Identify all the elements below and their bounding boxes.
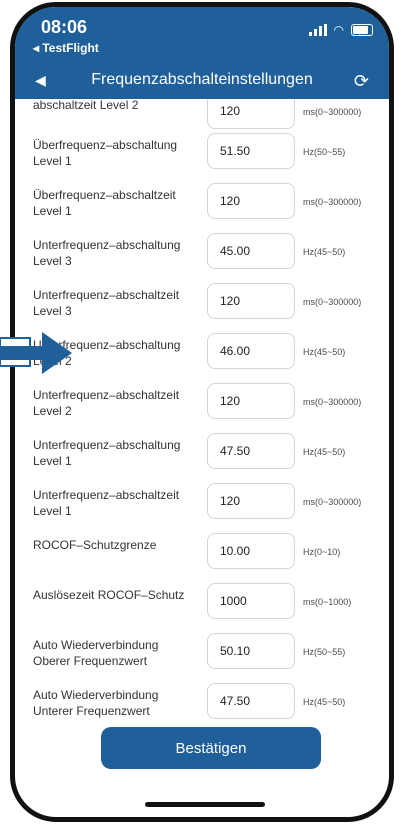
setting-row: Auto Wiederverbindung Oberer Frequenzwer… [15,629,389,679]
pointer-arrow-icon [0,332,72,374]
setting-unit: ms(0~1000) [303,597,352,607]
setting-value-field[interactable]: 50.10 [207,633,295,669]
home-indicator[interactable] [145,802,265,807]
setting-label: Unterfrequenz–abschaltzeit Level 2 [33,388,180,418]
setting-row: Unterfrequenz–abschaltzeit Level 1 120 m… [15,479,389,529]
refresh-icon[interactable]: ⟳ [354,71,369,92]
setting-unit: ms(0~300000) [303,297,362,307]
setting-row: Unterfrequenz–abschaltzeit Level 3 120 m… [15,279,389,329]
setting-row: Überfrequenz–abschaltzeit Level 1 120 ms… [15,179,389,229]
setting-value-field[interactable]: 47.50 [207,683,295,719]
setting-value-field[interactable]: 45.00 [207,233,295,269]
setting-label: Unterfrequenz–abschaltung Level 3 [33,238,181,268]
setting-row: Überfrequenz–abschaltung Level 1 51.50 H… [15,129,389,179]
setting-row: Auslösezeit ROCOF–Schutz 1000 ms(0~1000) [15,579,389,629]
setting-label: Auto Wiederverbindung Oberer Frequenzwer… [33,638,159,668]
setting-unit: Hz(45~50) [303,347,346,357]
battery-icon [351,24,373,36]
setting-value-field[interactable]: 120 [207,283,295,319]
page-title: Frequenzabschalteinstellungen [91,71,313,88]
settings-list: abschaltzeit Level 2 120 ms(0~300000) Üb… [15,99,389,727]
setting-value-field[interactable]: 120 [207,99,295,129]
setting-unit: ms(0~300000) [303,197,362,207]
setting-value-field[interactable]: 51.50 [207,133,295,169]
setting-row: Unterfrequenz–abschaltung Level 1 47.50 … [15,429,389,479]
setting-row: Auto Wiederverbindung Unterer Frequenzwe… [15,679,389,727]
setting-label: Überfrequenz–abschaltung Level 1 [33,138,178,168]
setting-label: Überfrequenz–abschaltzeit Level 1 [33,188,176,218]
setting-label: abschaltzeit Level 2 [33,99,139,112]
phone-frame: 08:06 ◂ TestFlight ◠ ◀ Frequenzabschalte… [10,2,394,822]
setting-row: Unterfrequenz–abschaltung Level 3 45.00 … [15,229,389,279]
setting-unit: Hz(50~55) [303,147,346,157]
setting-value-field[interactable]: 120 [207,383,295,419]
setting-unit: Hz(50~55) [303,647,346,657]
status-icons: ◠ [308,23,373,37]
setting-row: Unterfrequenz–abschaltzeit Level 2 120 m… [15,379,389,429]
setting-value-field[interactable]: 120 [207,483,295,519]
setting-label: Unterfrequenz–abschaltung Level 1 [33,438,181,468]
setting-label: Unterfrequenz–abschaltzeit Level 1 [33,488,180,518]
confirm-button[interactable]: Bestätigen [101,727,321,769]
status-bar: 08:06 ◂ TestFlight ◠ [15,7,389,65]
setting-label: ROCOF–Schutzgrenze [33,538,157,552]
setting-unit: ms(0~300000) [303,107,362,117]
setting-value-field[interactable]: 120 [207,183,295,219]
back-to-testflight-link[interactable]: ◂ TestFlight [33,41,99,55]
setting-unit: ms(0~300000) [303,397,362,407]
back-app-label: TestFlight [42,41,99,55]
wifi-icon: ◠ [333,23,344,37]
setting-unit: Hz(0~10) [303,547,341,557]
nav-bar: ◀ Frequenzabschalteinstellungen ⟳ [15,65,389,99]
signal-icon [308,24,327,36]
setting-unit: Hz(45~50) [303,447,346,457]
setting-value-field[interactable]: 1000 [207,583,295,619]
status-time: 08:06 [41,17,88,37]
setting-unit: ms(0~300000) [303,497,362,507]
setting-value-field[interactable]: 10.00 [207,533,295,569]
setting-unit: Hz(45~50) [303,697,346,707]
setting-row: ROCOF–Schutzgrenze 10.00 Hz(0~10) [15,529,389,579]
setting-value-field[interactable]: 47.50 [207,433,295,469]
setting-label: Auslösezeit ROCOF–Schutz [33,588,185,602]
setting-value-field[interactable]: 46.00 [207,333,295,369]
setting-label: Unterfrequenz–abschaltzeit Level 3 [33,288,180,318]
setting-unit: Hz(45~50) [303,247,346,257]
setting-label: Auto Wiederverbindung Unterer Frequenzwe… [33,688,159,718]
